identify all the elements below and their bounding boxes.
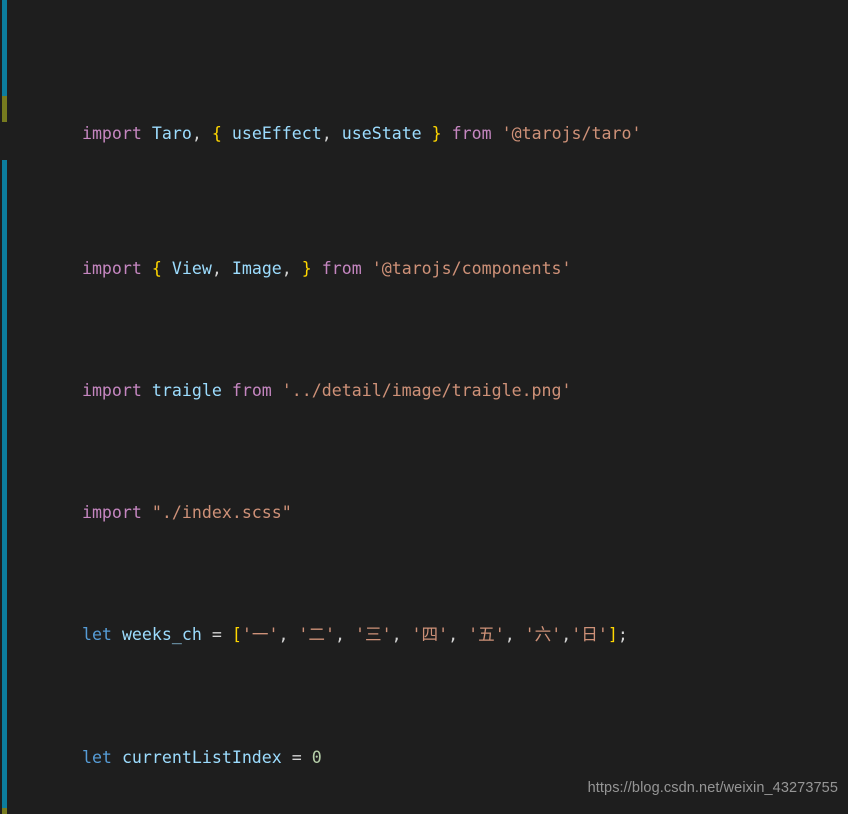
token-identifier: traigle	[151, 380, 222, 400]
token-bracket: [	[231, 625, 242, 645]
code-line[interactable]: import Taro, { useEffect, useState } fro…	[0, 86, 848, 143]
token-punct: ,	[504, 625, 525, 645]
token-bracket: ]	[607, 625, 618, 645]
token-punct: =	[281, 747, 312, 767]
token-string: '../detail/image/traigle.png'	[281, 380, 572, 400]
token-keyword: let	[81, 747, 112, 767]
token-bracket: }	[431, 124, 442, 144]
token-identifier: currentListIndex	[121, 747, 282, 767]
token-identifier: Taro	[151, 124, 192, 144]
token-punct: ,	[211, 258, 232, 278]
token-identifier: useState	[341, 124, 432, 144]
token-string: '六'	[524, 625, 562, 645]
token-keyword: from	[311, 258, 372, 278]
token-punct: =	[201, 625, 232, 645]
token-keyword: import	[81, 503, 142, 523]
token-identifier: weeks_ch	[121, 625, 202, 645]
token-identifier: useEffect	[221, 124, 322, 144]
token-punct	[142, 259, 152, 278]
token-identifier: Image	[231, 258, 282, 278]
token-bracket: {	[211, 124, 222, 144]
token-string: '二'	[298, 625, 335, 645]
token-punct	[112, 625, 122, 644]
token-punct	[112, 748, 122, 767]
token-string: '日'	[571, 625, 608, 645]
token-string: '@tarojs/taro'	[501, 124, 642, 144]
token-keyword: import	[81, 258, 142, 278]
token-punct: ,	[278, 625, 299, 645]
token-punct	[142, 124, 152, 143]
token-punct: ;	[617, 625, 628, 645]
token-identifier: View	[161, 258, 212, 278]
token-punct: ,	[321, 124, 342, 144]
token-punct: ,	[391, 625, 412, 645]
token-keyword: from	[221, 380, 282, 400]
token-keyword: from	[441, 124, 502, 144]
token-string: '@tarojs/components'	[371, 258, 572, 278]
token-string: '四'	[411, 625, 449, 645]
token-string: '三'	[354, 625, 392, 645]
token-punct: ,	[448, 625, 469, 645]
token-bracket: {	[151, 258, 162, 278]
token-string: '五'	[468, 625, 505, 645]
code-line[interactable]: let weeks_ch = ['一', '二', '三', '四', '五',…	[0, 599, 848, 644]
token-punct: ,	[281, 258, 302, 278]
watermark-url: https://blog.csdn.net/weixin_43273755	[587, 780, 838, 796]
token-keyword: import	[81, 380, 142, 400]
code-line[interactable]: import traigle from '../detail/image/tra…	[0, 354, 848, 400]
code-content[interactable]: import Taro, { useEffect, useState } fro…	[0, 0, 848, 802]
token-punct	[142, 381, 152, 400]
token-punct: ,	[561, 625, 572, 645]
token-number: 0	[311, 747, 322, 767]
code-line[interactable]: let currentListIndex = 0	[0, 721, 848, 767]
token-keyword: import	[81, 124, 142, 144]
token-bracket: }	[301, 258, 312, 278]
token-punct: ,	[335, 625, 355, 645]
token-punct: ,	[191, 124, 212, 144]
token-string: "./index.scss"	[151, 503, 292, 523]
token-keyword: let	[81, 625, 112, 645]
token-punct	[142, 503, 152, 522]
code-line[interactable]: import { View, Image, } from '@tarojs/co…	[0, 232, 848, 278]
code-editor-surface[interactable]: import Taro, { useEffect, useState } fro…	[0, 0, 848, 814]
code-line[interactable]: import "./index.scss"	[0, 477, 848, 522]
token-string: '一'	[241, 625, 279, 645]
